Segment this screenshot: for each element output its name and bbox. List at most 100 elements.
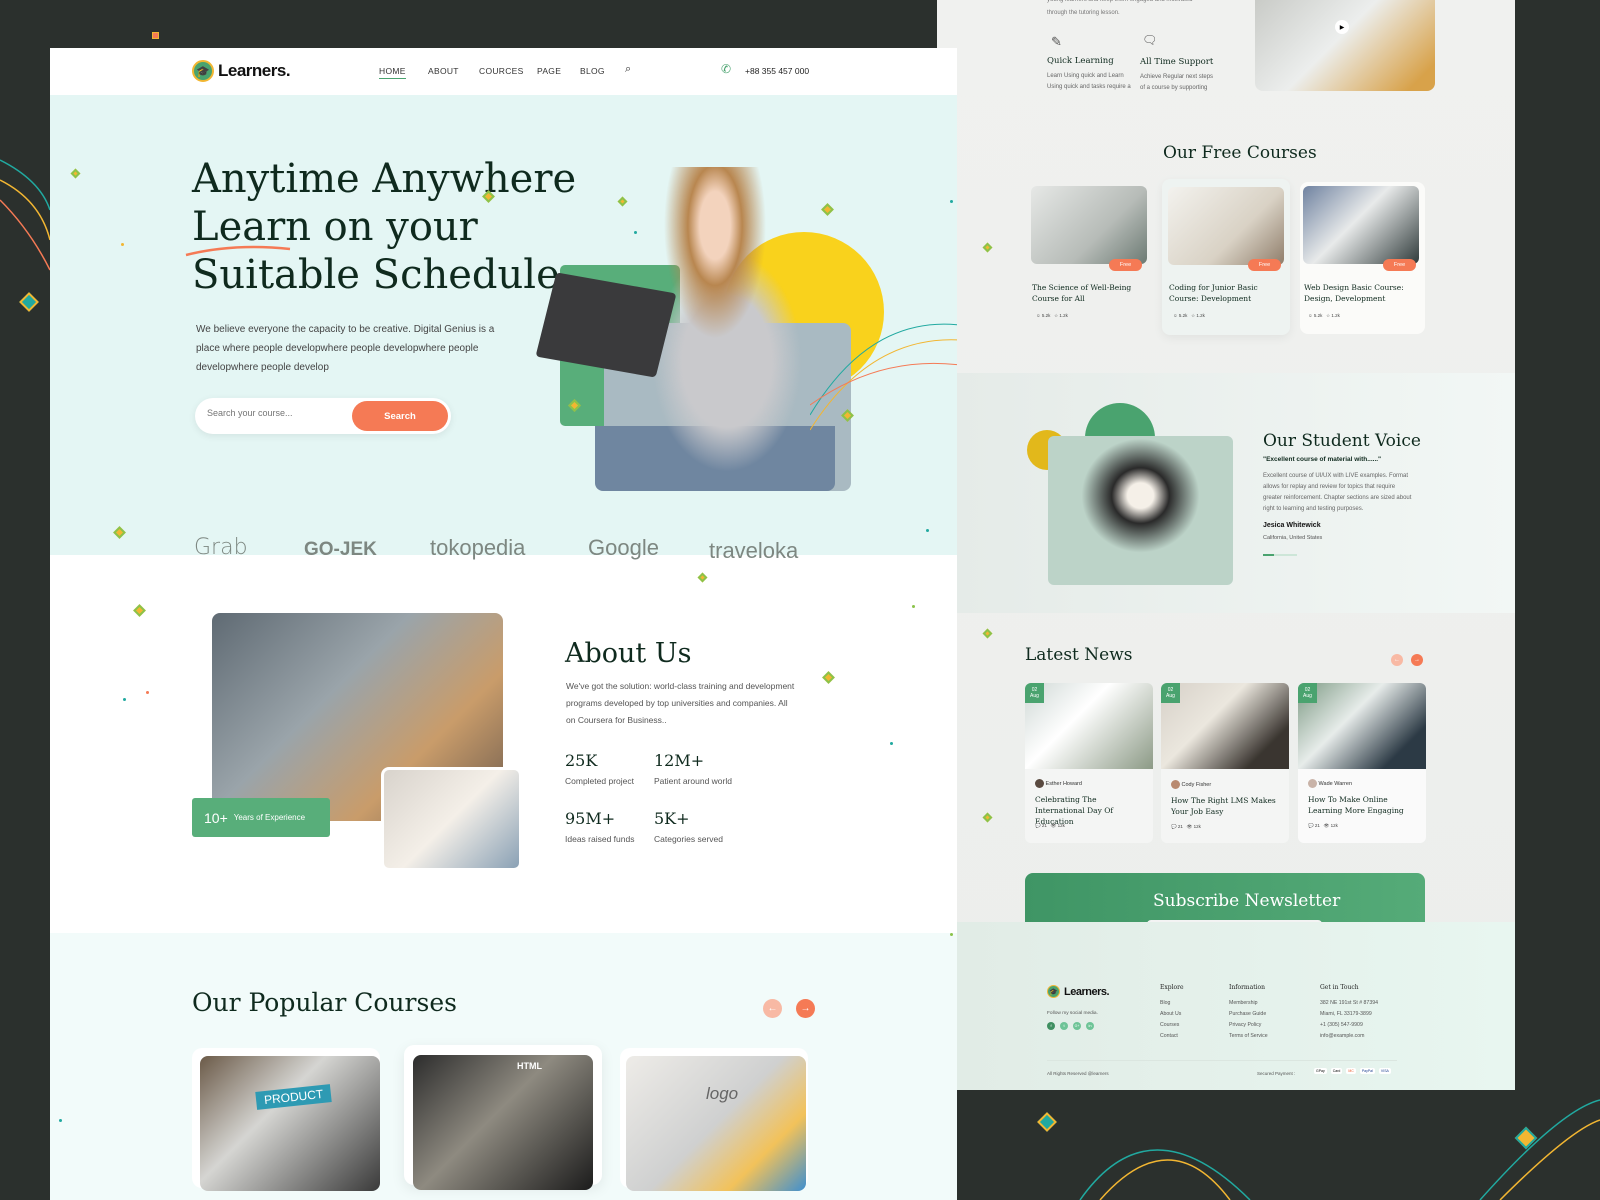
copyright: All Rights Reserved @learners bbox=[1047, 1071, 1109, 1076]
stat-label: Ideas raised funds bbox=[565, 834, 635, 844]
partner-logo-grab: Grab bbox=[194, 535, 248, 560]
footer-link[interactable]: About Us bbox=[1160, 1009, 1181, 1020]
testimonial-section bbox=[957, 373, 1515, 613]
quick-learning-icon: ✎ bbox=[1051, 34, 1062, 49]
footer-heading: Information bbox=[1229, 984, 1266, 991]
underline-swash bbox=[185, 245, 291, 257]
popular-course-card[interactable]: logo bbox=[620, 1048, 808, 1191]
footer-link[interactable]: Membership bbox=[1229, 998, 1258, 1009]
logo[interactable]: 🎓 Learners. bbox=[192, 60, 291, 82]
search-icon[interactable]: ⌕ bbox=[625, 63, 631, 76]
stat-value: 25K bbox=[565, 751, 598, 770]
comment-count: 21 bbox=[1314, 823, 1320, 828]
stat-value: 95M+ bbox=[565, 809, 616, 828]
nav-blog[interactable]: BLOG bbox=[580, 66, 605, 76]
news-card[interactable]: 02 Aug Cody Fisher How The Right LMS Make… bbox=[1161, 683, 1289, 843]
author-name: Wade Warren bbox=[1318, 780, 1353, 787]
news-stats: 💬 21 👁 12k bbox=[1035, 823, 1065, 828]
news-headline: How The Right LMS Makes Your Job Easy bbox=[1171, 796, 1276, 816]
google-plus-icon[interactable]: G+ bbox=[1073, 1022, 1081, 1030]
footer-link[interactable]: Courses bbox=[1160, 1020, 1179, 1031]
next-arrow-button[interactable]: → bbox=[796, 999, 815, 1018]
free-course-card[interactable]: Free Web Design Basic Course: Design, De… bbox=[1300, 182, 1425, 334]
logo-text: Learners. bbox=[1064, 985, 1110, 998]
course-search: Search bbox=[195, 398, 451, 434]
nav-courses[interactable]: COURCES bbox=[479, 66, 524, 76]
gpay-icon: GPay bbox=[1314, 1068, 1327, 1074]
student-count: 5.2k bbox=[1313, 313, 1323, 318]
news-card[interactable]: 02 Aug Esther Howard Celebrating The Inte… bbox=[1025, 683, 1153, 843]
about-title: About Us bbox=[565, 638, 692, 669]
paypal-icon: PayPal bbox=[1359, 1068, 1375, 1074]
footer-link[interactable]: Privacy Policy bbox=[1229, 1020, 1261, 1031]
author-avatar bbox=[1171, 780, 1180, 789]
stat-label: Categories served bbox=[654, 834, 723, 844]
free-course-card[interactable]: Free The Science of Well-Being Course fo… bbox=[1029, 182, 1154, 334]
news-image bbox=[1161, 683, 1289, 769]
footer-link[interactable]: Terms of Service bbox=[1229, 1031, 1268, 1042]
popular-course-card[interactable]: PRODUCT bbox=[192, 1048, 380, 1191]
course-title: Coding for Junior Basic Course: Developm… bbox=[1169, 283, 1258, 303]
footer-link[interactable]: Blog bbox=[1160, 998, 1170, 1009]
course-image-label: HTML bbox=[517, 1061, 542, 1071]
news-card[interactable]: 02 Aug Wade Warren How To Make Online Lea… bbox=[1298, 683, 1426, 843]
free-badge: Free bbox=[1383, 259, 1416, 271]
course-image: logo bbox=[626, 1056, 806, 1191]
video-thumbnail[interactable]: ▶ bbox=[1255, 0, 1435, 91]
decor-diamond bbox=[982, 242, 993, 253]
course-image bbox=[1168, 187, 1284, 265]
course-stats: ☺ 5.2k ☆ 1.2k bbox=[1308, 313, 1340, 318]
feature-desc: Learn Using quick and Learn Using quick … bbox=[1047, 73, 1131, 90]
popular-course-card[interactable]: HTML bbox=[404, 1045, 602, 1190]
news-date: 02 Aug bbox=[1025, 683, 1044, 703]
hero-title: Anytime Anywhere Learn on your Suitable … bbox=[192, 155, 576, 299]
popular-courses-title: Our Popular Courses bbox=[192, 988, 457, 1017]
footer-link[interactable]: Purchase Guide bbox=[1229, 1009, 1266, 1020]
search-button[interactable]: Search bbox=[352, 401, 448, 431]
partner-logo-google: Google bbox=[588, 535, 659, 560]
hero-section: Anytime Anywhere Learn on your Suitable … bbox=[50, 95, 957, 583]
phone-number[interactable]: +88 355 457 000 bbox=[745, 66, 809, 76]
decor-diamond bbox=[822, 671, 835, 684]
rating-count: 1.2k bbox=[1196, 313, 1205, 318]
prev-arrow-button[interactable]: ← bbox=[763, 999, 782, 1018]
contact-phone[interactable]: +1 (305) 547-9909 bbox=[1320, 1020, 1363, 1031]
course-search-input[interactable] bbox=[207, 408, 347, 418]
testimonial-quote: "Excellent course of material with......… bbox=[1263, 456, 1382, 463]
decor-dot bbox=[950, 200, 953, 203]
play-icon[interactable]: ▶ bbox=[1335, 20, 1349, 34]
news-author: Wade Warren bbox=[1308, 779, 1352, 788]
course-stats: ☺ 5.2k ☆ 1.2k bbox=[1036, 313, 1068, 318]
decor-dot bbox=[950, 933, 953, 936]
free-course-card[interactable]: Free Coding for Junior Basic Course: Dev… bbox=[1162, 179, 1290, 335]
contact-email[interactable]: info@example.com bbox=[1320, 1031, 1364, 1042]
comment-count: 21 bbox=[1177, 824, 1183, 829]
facebook-icon[interactable]: f bbox=[1047, 1022, 1055, 1030]
twitter-icon[interactable]: t bbox=[1060, 1022, 1068, 1030]
course-title: The Science of Well-Being Course for All bbox=[1032, 283, 1132, 303]
nav-page[interactable]: PAGE bbox=[537, 66, 561, 76]
footer-link[interactable]: Contact bbox=[1160, 1031, 1178, 1042]
view-count: 12k bbox=[1057, 823, 1065, 828]
free-courses-title: Our Free Courses bbox=[1163, 143, 1317, 163]
footer-logo[interactable]: 🎓 Learners. bbox=[1047, 985, 1110, 998]
feature-desc: Achieve Regular next steps of a course b… bbox=[1140, 74, 1214, 91]
linkedin-icon[interactable]: in bbox=[1086, 1022, 1094, 1030]
author-avatar bbox=[1035, 779, 1044, 788]
stat-value: 5K+ bbox=[654, 809, 690, 828]
nav-home[interactable]: HOME bbox=[379, 66, 406, 79]
date-month: Aug bbox=[1166, 693, 1175, 699]
testimonial-location: California, United States bbox=[1263, 535, 1323, 541]
author-name: Esther Howard bbox=[1045, 780, 1082, 787]
nav-about[interactable]: ABOUT bbox=[428, 66, 459, 76]
feature-title: All Time Support bbox=[1140, 57, 1214, 67]
phone-icon: ✆ bbox=[721, 62, 732, 76]
news-prev-button[interactable]: ← bbox=[1391, 654, 1403, 666]
decor-square bbox=[152, 32, 159, 39]
hero-description: We believe everyone the capacity to be c… bbox=[196, 324, 495, 373]
news-next-button[interactable]: → bbox=[1411, 654, 1423, 666]
slider-indicator[interactable] bbox=[1263, 554, 1297, 556]
newsletter-title: Subscribe Newsletter bbox=[1153, 891, 1341, 911]
course-image: HTML bbox=[413, 1055, 593, 1190]
rating-count: 1.2k bbox=[1059, 313, 1068, 318]
